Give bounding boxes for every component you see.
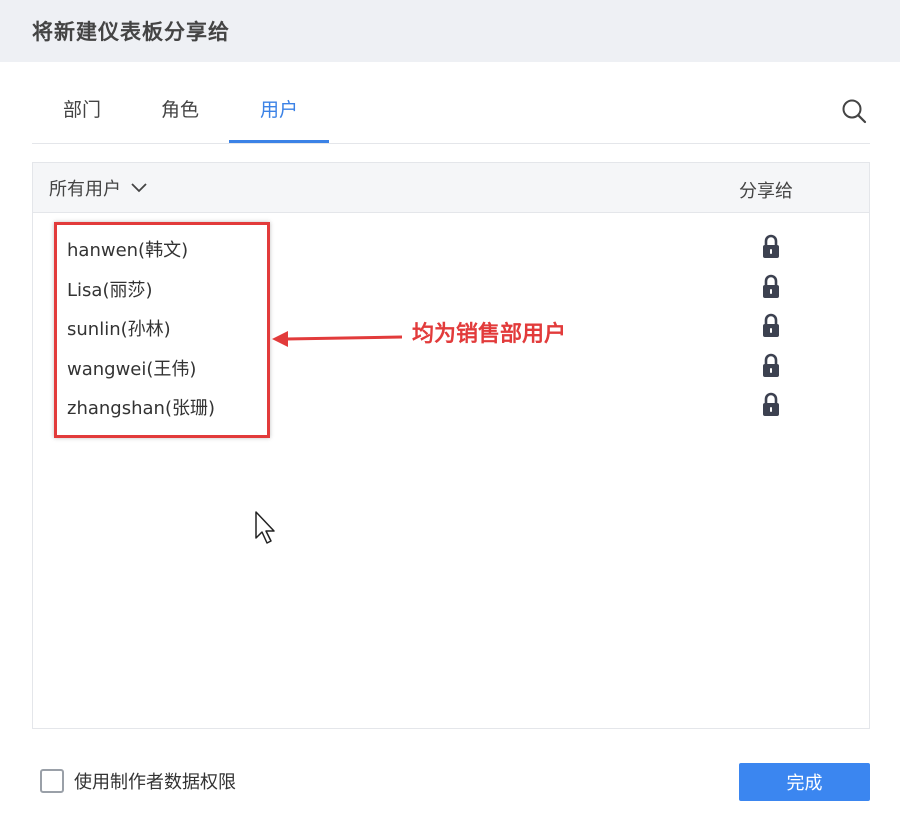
use-creator-permission-option[interactable]: 使用制作者数据权限 xyxy=(40,768,236,794)
tab-users[interactable]: 用户 xyxy=(229,84,329,143)
annotation-arrow xyxy=(272,331,403,347)
lock-icon[interactable] xyxy=(761,392,781,418)
lock-icon[interactable] xyxy=(761,353,781,379)
tab-departments[interactable]: 部门 xyxy=(32,84,132,143)
chevron-down-icon xyxy=(131,183,147,193)
lock-icon[interactable] xyxy=(761,234,781,260)
dialog-title: 将新建仪表板分享给 xyxy=(32,20,230,44)
tab-roles[interactable]: 角色 xyxy=(130,84,230,143)
lock-icon[interactable] xyxy=(761,313,781,339)
lock-icon[interactable] xyxy=(761,274,781,300)
mouse-cursor-icon xyxy=(255,511,275,544)
highlight-box xyxy=(54,222,270,438)
dialog-header: 将新建仪表板分享给 xyxy=(0,0,900,62)
annotation-text: 均为销售部用户 xyxy=(412,322,567,347)
list-header: 所有用户 分享给 xyxy=(33,163,869,213)
tab-bar: 部门 角色 用户 xyxy=(32,84,870,144)
checkbox-label: 使用制作者数据权限 xyxy=(74,772,236,793)
done-button[interactable]: 完成 xyxy=(739,763,870,801)
user-filter-dropdown[interactable]: 所有用户 xyxy=(49,175,149,201)
user-filter-label: 所有用户 xyxy=(49,179,121,200)
search-icon[interactable] xyxy=(840,97,868,125)
share-column-header: 分享给 xyxy=(739,181,793,202)
use-creator-permission-checkbox[interactable] xyxy=(40,769,64,793)
